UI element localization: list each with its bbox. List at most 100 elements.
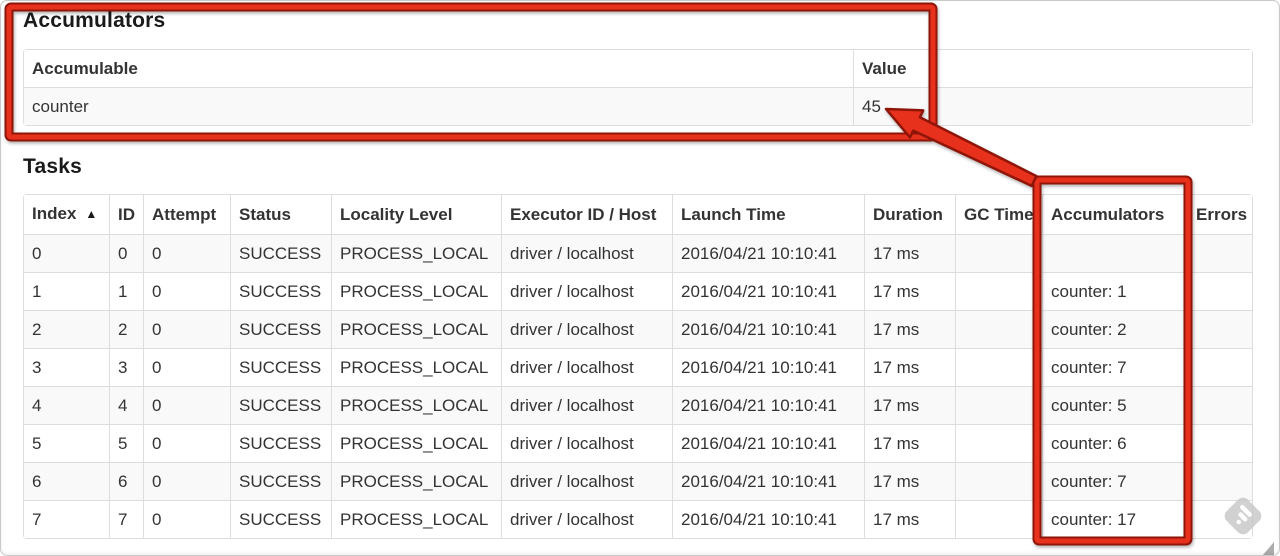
column-header-label: Accumulable (32, 59, 138, 78)
column-header-label: ID (118, 205, 135, 224)
task-table-cell: counter: 1 (1042, 272, 1187, 310)
task-table-cell (1187, 500, 1252, 538)
task-column-header-index[interactable]: Index ▲ (24, 195, 109, 234)
tasks-header-row: Index ▲ ID Attempt Status Locality Level Execu… (24, 195, 1252, 234)
task-table-cell (1187, 272, 1252, 310)
task-table-cell: 3 (24, 348, 109, 386)
task-table-cell: 1 (109, 272, 143, 310)
task-table-cell: 17 ms (864, 500, 955, 538)
task-table-cell: PROCESS_LOCAL (331, 500, 501, 538)
column-header-label: Accumulators (1051, 205, 1165, 224)
task-table-cell: 6 (109, 462, 143, 500)
task-column-header-gc-time[interactable]: GC Time (955, 195, 1042, 234)
task-column-header-id[interactable]: ID (109, 195, 143, 234)
tasks-heading: Tasks (23, 155, 82, 178)
task-table-cell: 0 (24, 234, 109, 272)
task-table-cell: 1 (24, 272, 109, 310)
task-table-cell: 5 (109, 424, 143, 462)
task-table-cell: 2016/04/21 10:10:41 (672, 424, 864, 462)
task-column-header-status[interactable]: Status (230, 195, 331, 234)
task-table-cell (955, 386, 1042, 424)
task-column-header-duration[interactable]: Duration (864, 195, 955, 234)
task-table-cell: counter: 17 (1042, 500, 1187, 538)
task-table-cell: counter: 7 (1042, 462, 1187, 500)
column-header-label: Errors (1196, 205, 1248, 224)
tasks-table: Index ▲ ID Attempt Status Locality Level Execu… (23, 194, 1253, 539)
column-header-label: Launch Time (681, 205, 786, 224)
task-table-cell: counter: 5 (1042, 386, 1187, 424)
task-column-header-launch-time[interactable]: Launch Time (672, 195, 864, 234)
task-table-cell: driver / localhost (501, 424, 672, 462)
task-table-cell: counter: 2 (1042, 310, 1187, 348)
task-table-cell: 4 (109, 386, 143, 424)
column-header-label: Value (862, 59, 907, 78)
task-table-cell: 5 (24, 424, 109, 462)
accumulable-column-header-accumulable[interactable]: Accumulable (24, 50, 853, 87)
accumulable-table-cell: 45 (853, 87, 1252, 125)
accumulators-header-row: Accumulable Value (24, 50, 1252, 87)
task-table-cell: 2016/04/21 10:10:41 (672, 348, 864, 386)
task-table-cell: SUCCESS (230, 386, 331, 424)
task-table-cell: 17 ms (864, 272, 955, 310)
task-table-cell (1187, 462, 1252, 500)
task-table-cell (1187, 386, 1252, 424)
task-column-header-attempt[interactable]: Attempt (143, 195, 230, 234)
task-table-cell: 2016/04/21 10:10:41 (672, 234, 864, 272)
column-header-label: Attempt (152, 205, 217, 224)
task-table-cell: 17 ms (864, 386, 955, 424)
task-table-cell: driver / localhost (501, 500, 672, 538)
task-table-cell: 2 (109, 310, 143, 348)
task-table-cell: SUCCESS (230, 424, 331, 462)
task-table-cell: 0 (143, 272, 230, 310)
task-table-row: 2 2 0 SUCCESS PROCESS_LOCAL driver / localhos… (24, 310, 1252, 348)
task-table-cell: driver / localhost (501, 234, 672, 272)
task-table-row: 5 5 0 SUCCESS PROCESS_LOCAL driver / localhos… (24, 424, 1252, 462)
task-table-cell (955, 500, 1042, 538)
task-table-cell: 3 (109, 348, 143, 386)
task-table-cell: 0 (109, 234, 143, 272)
task-table-row: 6 6 0 SUCCESS PROCESS_LOCAL driver / localhos… (24, 462, 1252, 500)
task-column-header-errors[interactable]: Errors (1187, 195, 1252, 234)
cropped-corner-artifact (1262, 542, 1274, 556)
task-column-header-locality-level[interactable]: Locality Level (331, 195, 501, 234)
task-table-cell (1187, 310, 1252, 348)
task-table-cell: PROCESS_LOCAL (331, 386, 501, 424)
task-table-cell: 17 ms (864, 310, 955, 348)
task-table-cell: PROCESS_LOCAL (331, 272, 501, 310)
task-table-cell: 0 (143, 234, 230, 272)
task-table-cell (955, 462, 1042, 500)
task-table-cell: driver / localhost (501, 272, 672, 310)
task-column-header-executor-id-host[interactable]: Executor ID / Host (501, 195, 672, 234)
task-table-cell: counter: 7 (1042, 348, 1187, 386)
column-header-label: Index (32, 204, 77, 223)
task-column-header-accumulators[interactable]: Accumulators (1042, 195, 1187, 234)
task-table-cell (955, 348, 1042, 386)
task-table-row: 4 4 0 SUCCESS PROCESS_LOCAL driver / localhos… (24, 386, 1252, 424)
task-table-cell: 4 (24, 386, 109, 424)
task-table-cell (1187, 348, 1252, 386)
sort-ascending-icon: ▲ (85, 207, 98, 221)
task-table-cell: 2016/04/21 10:10:41 (672, 462, 864, 500)
task-table-cell: SUCCESS (230, 272, 331, 310)
task-table-cell: counter: 6 (1042, 424, 1187, 462)
task-table-cell: PROCESS_LOCAL (331, 462, 501, 500)
task-table-cell: 0 (143, 424, 230, 462)
task-table-cell: 0 (143, 462, 230, 500)
task-table-cell: 0 (143, 500, 230, 538)
column-header-label: GC Time (964, 205, 1034, 224)
accumulable-table-cell: counter (24, 87, 853, 125)
task-table-row: 0 0 0 SUCCESS PROCESS_LOCAL driver / localhos… (24, 234, 1252, 272)
spark-stage-page: Accumulators Accumulable Value counter 45 … (0, 0, 1280, 556)
column-header-label: Locality Level (340, 205, 453, 224)
accumulable-column-header-value[interactable]: Value (853, 50, 1252, 87)
accumulators-table: Accumulable Value counter 45 (23, 49, 1253, 126)
task-table-cell: 2016/04/21 10:10:41 (672, 500, 864, 538)
task-table-cell (955, 424, 1042, 462)
task-table-cell: 7 (109, 500, 143, 538)
task-table-cell: SUCCESS (230, 500, 331, 538)
task-table-cell: 0 (143, 310, 230, 348)
task-table-cell (1187, 234, 1252, 272)
task-table-cell: 0 (143, 386, 230, 424)
task-table-row: 7 7 0 SUCCESS PROCESS_LOCAL driver / localhos… (24, 500, 1252, 538)
column-header-label: Status (239, 205, 291, 224)
